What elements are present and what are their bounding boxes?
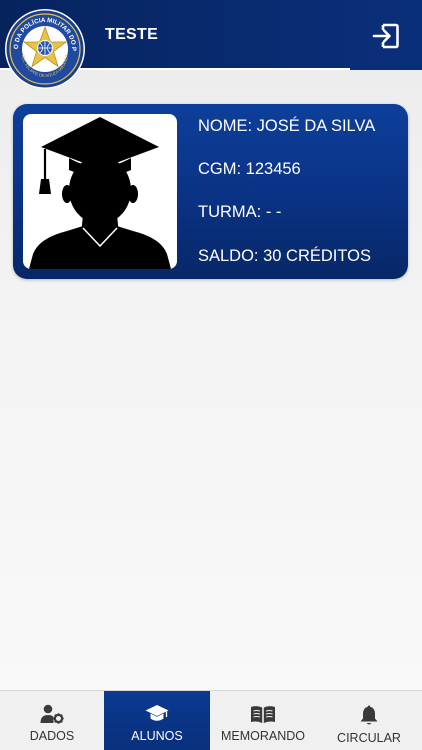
student-name: NOME: JOSÉ DA SILVA [198,117,376,135]
tab-circular[interactable]: CIRCULAR [316,691,422,750]
logout-icon [372,23,399,49]
book-open-icon [251,706,275,723]
school-logo: COLÉGIO DA POLÍCIA MILITAR DO PARANÁ CEL… [4,8,85,89]
user-gear-icon [40,704,64,724]
bell-icon [360,705,378,725]
graduate-silhouette-icon [29,117,171,269]
tab-memorando[interactable]: MEMORANDO [210,691,316,750]
tab-memorando-label: MEMORANDO [220,729,306,743]
student-photo [23,114,177,269]
graduation-cap-icon [145,705,169,721]
logout-button[interactable] [368,18,404,54]
student-card[interactable]: NOME: JOSÉ DA SILVA CGM: 123456 TURMA: -… [13,104,408,279]
page-title: TESTE [105,26,159,43]
bottom-tab-bar: DADOS ALUNOS MEMORANDO CIRCULAR [0,690,422,750]
tab-alunos-label: ALUNOS [131,729,183,743]
student-turma: TURMA: - - [198,203,282,221]
tab-dados-label: DADOS [29,729,75,743]
tab-dados[interactable]: DADOS [0,691,104,750]
student-saldo: SALDO: 30 CRÉDITOS [198,247,372,265]
tab-alunos[interactable]: ALUNOS [104,691,210,750]
header-underline [350,68,422,70]
tab-circular-label: CIRCULAR [337,731,401,745]
student-cgm: CGM: 123456 [198,160,301,178]
